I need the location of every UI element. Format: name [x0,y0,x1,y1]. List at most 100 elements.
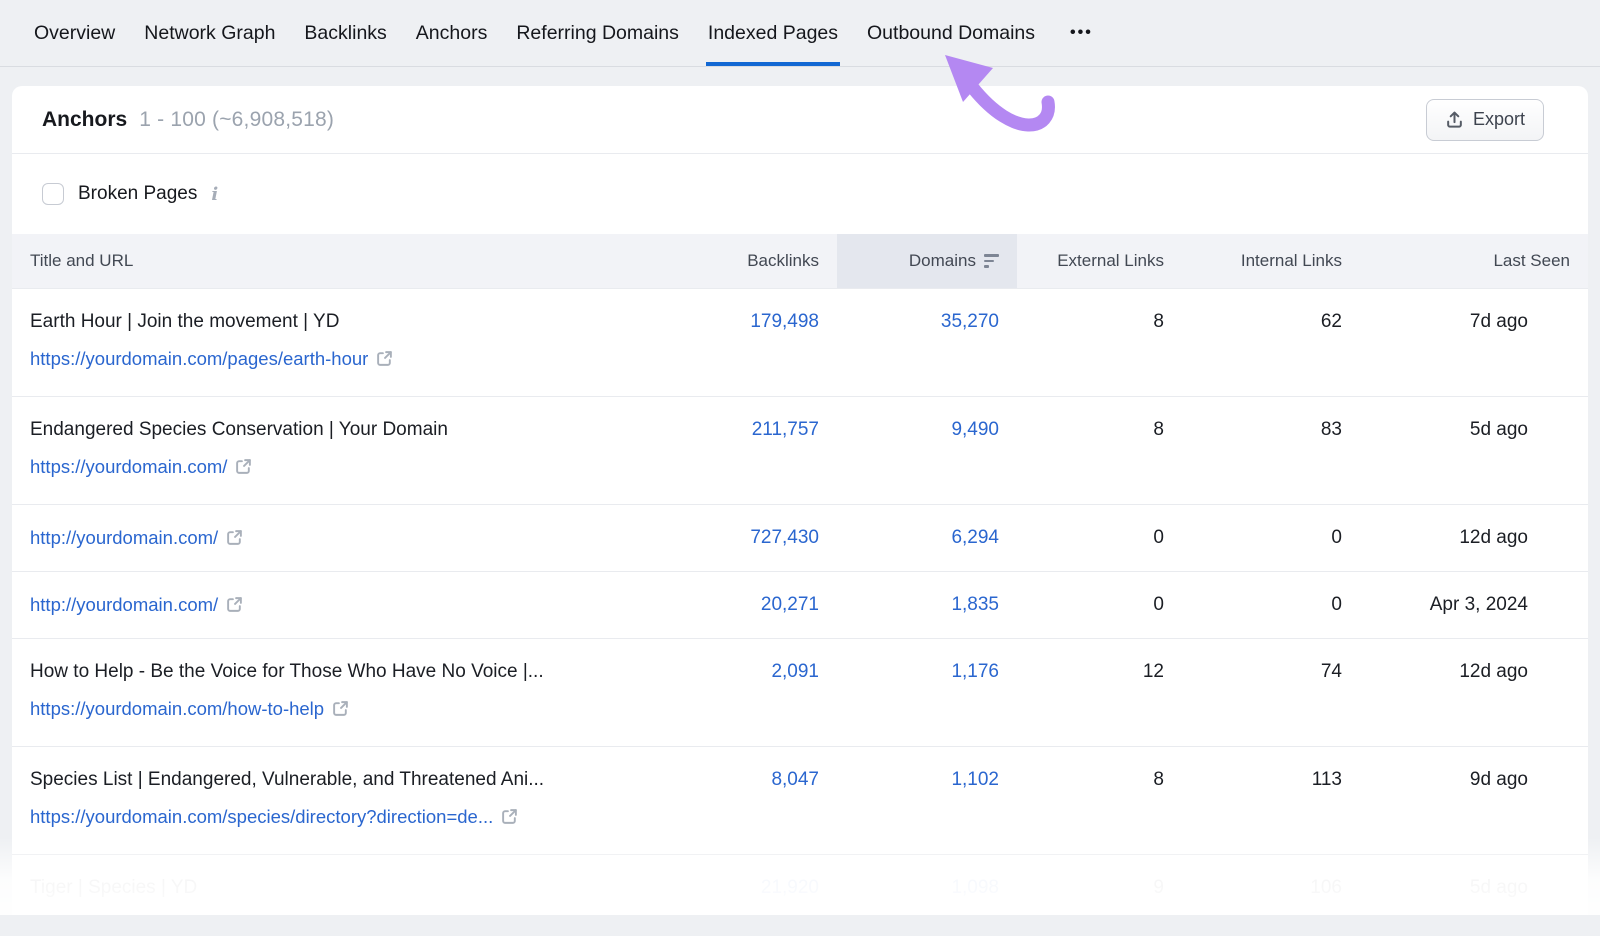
column-header-title-and-url[interactable]: Title and URL [12,234,687,288]
broken-pages-label: Broken Pages [78,183,197,205]
domains-cell: 35,270 [837,288,1017,396]
external-links-value: 0 [1153,527,1164,548]
external-link-icon[interactable] [226,529,243,546]
page-title: Endangered Species Conservation | Your D… [30,417,677,443]
table-row: Endangered Species Conservation | Your D… [12,396,1588,504]
domains-cell: 1,098 [837,854,1017,936]
more-tabs-button[interactable]: ••• [1062,20,1101,46]
nav-tab-indexed-pages[interactable]: Indexed Pages [706,0,840,66]
domains-value[interactable]: 1,835 [951,594,999,615]
backlinks-value[interactable]: 8,047 [771,769,819,790]
info-icon[interactable]: i [211,184,218,205]
title-and-url-cell: http://yourdomain.com/ [12,504,687,571]
internal-links-value: 74 [1321,661,1342,682]
backlinks-value[interactable]: 727,430 [750,527,819,548]
sort-descending-icon [984,254,999,268]
external-links-cell: 0 [1017,504,1182,571]
backlinks-cell: 21,920 [687,854,837,936]
page-url-link[interactable]: http://yourdomain.com/ [30,592,218,618]
page-url-line: http://yourdomain.com/ [30,592,677,618]
internal-links-cell: 74 [1182,638,1360,746]
backlinks-value[interactable]: 179,498 [750,311,819,332]
page-url-line: https://yourdomain.com/how-to-help [30,696,677,722]
page-url-link[interactable]: https://yourdomain.com/species/directory… [30,804,493,830]
external-link-icon[interactable] [226,596,243,613]
broken-pages-checkbox[interactable] [42,183,64,205]
title-and-url-cell: http://yourdomain.com/ [12,571,687,638]
backlinks-value[interactable]: 2,091 [771,661,819,682]
page-url-link[interactable]: https://yourdomain.com/pages/earth-hour [30,346,368,372]
external-links-value: 8 [1153,419,1164,440]
anchors-table: Title and URL Backlinks Domains External… [12,234,1588,936]
column-header-backlinks[interactable]: Backlinks [687,234,837,288]
domains-cell: 1,102 [837,746,1017,854]
external-links-cell: 9 [1017,854,1182,936]
table-body: Earth Hour | Join the movement | YD http… [12,288,1588,936]
last-seen-value: 5d ago [1470,419,1528,440]
nav-tab-label: Referring Domains [516,22,679,45]
domains-cell: 6,294 [837,504,1017,571]
internal-links-value: 113 [1312,769,1342,790]
domains-value[interactable]: 1,098 [951,877,999,898]
domains-value[interactable]: 9,490 [951,419,999,440]
panel-title: Anchors [42,108,127,132]
last-seen-cell: 9d ago [1360,746,1588,854]
backlinks-value[interactable]: 211,757 [752,419,819,440]
filter-row: Broken Pages i [12,154,1588,234]
backlinks-cell: 179,498 [687,288,837,396]
nav-tab-label: Anchors [416,22,488,45]
backlinks-value[interactable]: 21,920 [761,877,819,898]
page-url-line: https://yourdomain.com/species/directory… [30,804,677,830]
export-icon [1445,110,1464,129]
column-header-internal-links[interactable]: Internal Links [1182,234,1360,288]
domains-value[interactable]: 35,270 [941,311,999,332]
page-url-link[interactable]: https://yourdomain.com/ [30,454,227,480]
last-seen-value: 5d ago [1470,877,1528,898]
last-seen-cell: 12d ago [1360,504,1588,571]
nav-tab-overview[interactable]: Overview [32,0,117,66]
domains-value[interactable]: 1,102 [951,769,999,790]
external-links-value: 8 [1153,769,1164,790]
export-button[interactable]: Export [1426,99,1544,141]
external-links-value: 8 [1153,311,1164,332]
external-link-icon[interactable] [235,458,252,475]
nav-tab-label: Backlinks [304,22,386,45]
column-header-external-links[interactable]: External Links [1017,234,1182,288]
last-seen-value: 9d ago [1470,769,1528,790]
export-label: Export [1473,109,1525,130]
table-row: http://yourdomain.com/ 727,430 6,294 0 0… [12,504,1588,571]
domains-value[interactable]: 1,176 [951,661,999,682]
nav-tab-outbound-domains[interactable]: Outbound Domains [865,0,1037,66]
external-link-icon[interactable] [332,700,349,717]
page-url-link[interactable]: http://yourdomain.com/ [30,525,218,551]
panel-header: Anchors 1 - 100 (~6,908,518) Export [12,86,1588,154]
page-url-link[interactable]: https://yourdomain.com/how-to-help [30,696,324,722]
page-title: Species List | Endangered, Vulnerable, a… [30,767,677,793]
nav-tab-referring-domains[interactable]: Referring Domains [514,0,681,66]
internal-links-cell: 62 [1182,288,1360,396]
column-header-last-seen[interactable]: Last Seen [1360,234,1588,288]
nav-tab-network-graph[interactable]: Network Graph [142,0,277,66]
internal-links-cell: 106 [1182,854,1360,936]
last-seen-value: 12d ago [1459,661,1528,682]
nav-tab-backlinks[interactable]: Backlinks [302,0,388,66]
last-seen-value: 12d ago [1459,527,1528,548]
table-row: Tiger | Species | YD 21,920 1,098 9 106 … [12,854,1588,936]
domains-value[interactable]: 6,294 [951,527,999,548]
last-seen-cell: 5d ago [1360,396,1588,504]
backlinks-value[interactable]: 20,271 [761,594,819,615]
last-seen-cell: 7d ago [1360,288,1588,396]
external-link-icon[interactable] [501,808,518,825]
nav-tab-anchors[interactable]: Anchors [414,0,490,66]
domains-cell: 1,176 [837,638,1017,746]
table-row: How to Help - Be the Voice for Those Who… [12,638,1588,746]
external-links-value: 9 [1153,877,1164,898]
nav-tab-label: Network Graph [144,22,275,45]
title-and-url-cell: How to Help - Be the Voice for Those Who… [12,638,687,746]
external-links-cell: 8 [1017,396,1182,504]
internal-links-value: 0 [1331,527,1342,548]
column-header-domains[interactable]: Domains [837,234,1017,288]
external-link-icon[interactable] [376,350,393,367]
title-and-url-cell: Endangered Species Conservation | Your D… [12,396,687,504]
page-url-line: https://yourdomain.com/ [30,454,677,480]
